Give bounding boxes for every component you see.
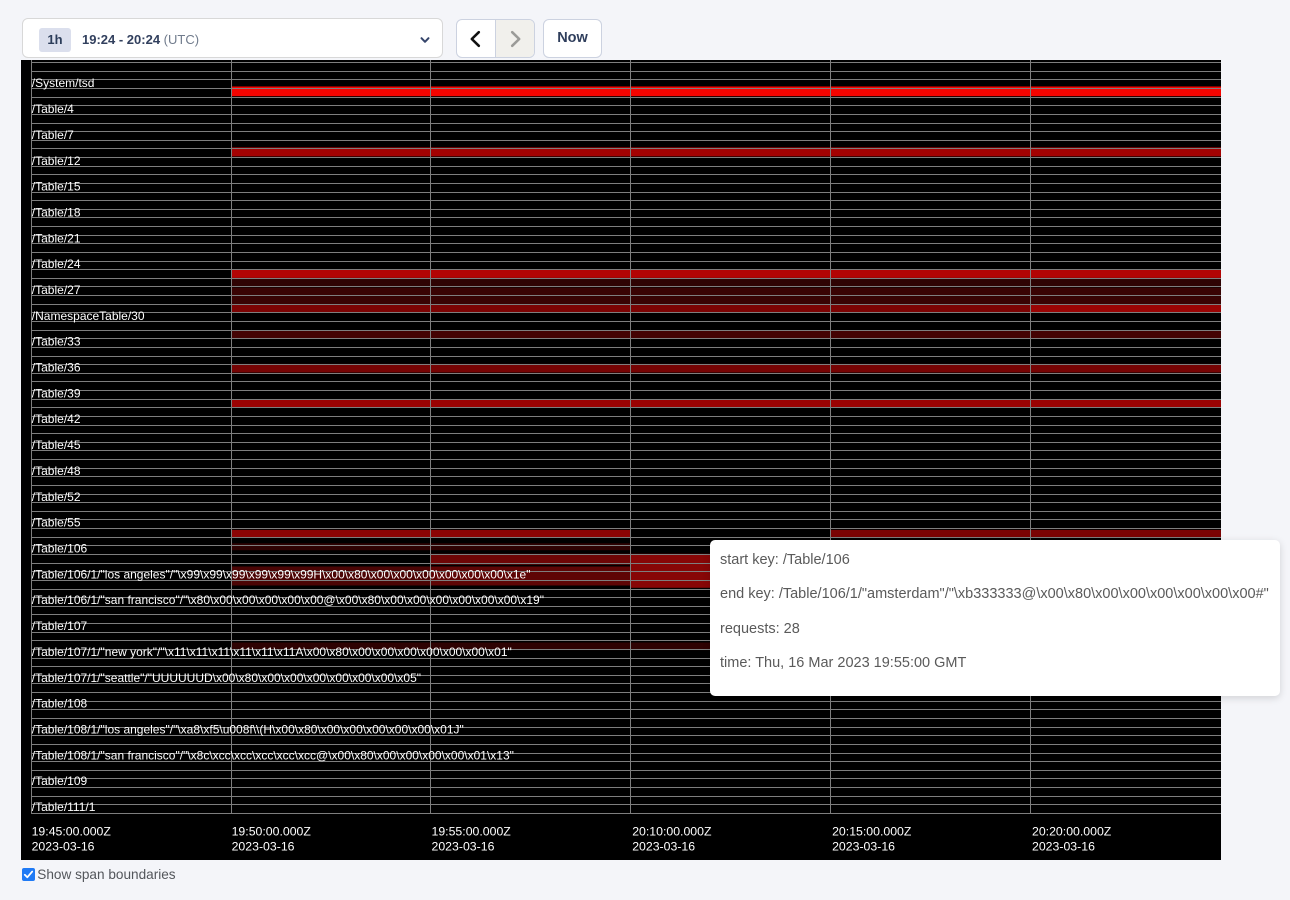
svg-text:19:55:00.000Z: 19:55:00.000Z: [432, 825, 512, 839]
svg-text:/NamespaceTable/30: /NamespaceTable/30: [32, 309, 145, 323]
svg-text:/Table/109: /Table/109: [32, 774, 88, 788]
svg-text:/Table/12: /Table/12: [32, 154, 81, 168]
svg-text:/Table/15: /Table/15: [32, 180, 81, 194]
svg-text:/Table/108/1/"los angeles"/"\x: /Table/108/1/"los angeles"/"\xa8\xf5\u00…: [32, 723, 464, 737]
svg-text:/Table/48: /Table/48: [32, 464, 81, 478]
svg-text:/Table/4: /Table/4: [32, 102, 74, 116]
svg-text:/Table/18: /Table/18: [32, 205, 81, 219]
svg-text:/Table/45: /Table/45: [32, 438, 81, 452]
svg-text:19:45:00.000Z: 19:45:00.000Z: [32, 825, 112, 839]
svg-text:/Table/7: /Table/7: [32, 128, 74, 142]
svg-text:20:10:00.000Z: 20:10:00.000Z: [632, 825, 712, 839]
svg-text:2023-03-16: 2023-03-16: [32, 840, 95, 854]
svg-text:/Table/52: /Table/52: [32, 490, 81, 504]
svg-text:/Table/107: /Table/107: [32, 619, 88, 633]
svg-text:/Table/33: /Table/33: [32, 335, 81, 349]
svg-text:/Table/107/1/"new york"/"\x11\: /Table/107/1/"new york"/"\x11\x11\x11\x1…: [32, 645, 512, 659]
svg-text:/Table/111/1: /Table/111/1: [32, 800, 96, 814]
svg-text:2023-03-16: 2023-03-16: [632, 840, 695, 854]
svg-text:/System/tsd: /System/tsd: [32, 76, 95, 90]
svg-text:2023-03-16: 2023-03-16: [232, 840, 295, 854]
svg-text:/Table/39: /Table/39: [32, 386, 81, 400]
svg-text:/Table/21: /Table/21: [32, 231, 81, 245]
svg-text:2023-03-16: 2023-03-16: [432, 840, 495, 854]
svg-text:/Table/36: /Table/36: [32, 361, 81, 375]
svg-text:/Table/106/1/"los angeles"/"\x: /Table/106/1/"los angeles"/"\x99\x99\x99…: [32, 567, 531, 581]
svg-text:/Table/106: /Table/106: [32, 542, 88, 556]
svg-text:2023-03-16: 2023-03-16: [832, 840, 895, 854]
svg-text:/Table/24: /Table/24: [32, 257, 81, 271]
svg-text:/Table/27: /Table/27: [32, 283, 81, 297]
svg-text:19:50:00.000Z: 19:50:00.000Z: [232, 825, 312, 839]
svg-text:/Table/55: /Table/55: [32, 516, 81, 530]
svg-text:20:15:00.000Z: 20:15:00.000Z: [832, 825, 912, 839]
svg-text:20:20:00.000Z: 20:20:00.000Z: [1032, 825, 1112, 839]
svg-text:2023-03-16: 2023-03-16: [1032, 840, 1095, 854]
svg-text:/Table/106/1/"san francisco"/": /Table/106/1/"san francisco"/"\x80\x00\x…: [32, 593, 544, 607]
svg-text:/Table/108/1/"san francisco"/": /Table/108/1/"san francisco"/"\x8c\xcc\x…: [32, 748, 514, 762]
svg-text:/Table/42: /Table/42: [32, 412, 81, 426]
svg-text:/Table/107/1/"seattle"/"UUUUUU: /Table/107/1/"seattle"/"UUUUUUD\x00\x80\…: [32, 671, 421, 685]
svg-text:/Table/108: /Table/108: [32, 697, 88, 711]
